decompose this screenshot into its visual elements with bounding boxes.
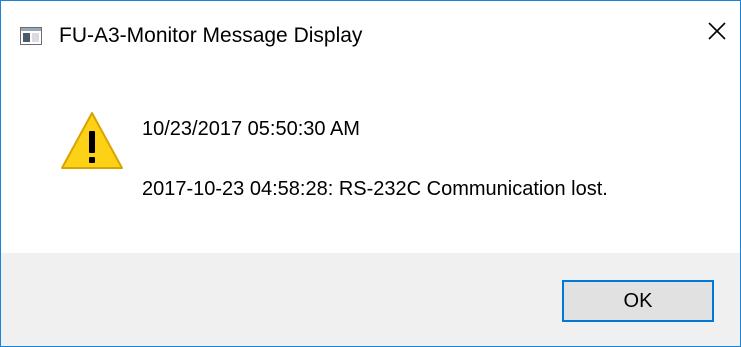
- message-text: 2017-10-23 04:58:28: RS-232C Communicati…: [142, 178, 608, 200]
- button-bar: OK: [1, 253, 740, 346]
- message-content: 10/23/2017 05:50:30 AM 2017-10-23 04:58:…: [1, 65, 740, 253]
- warning-icon: [60, 111, 124, 171]
- ok-button[interactable]: OK: [562, 280, 714, 322]
- message-dialog: FU-A3-Monitor Message Display 10/23/2017…: [0, 0, 741, 347]
- close-button[interactable]: [694, 1, 740, 65]
- message-timestamp: 10/23/2017 05:50:30 AM: [142, 118, 360, 140]
- window-title: FU-A3-Monitor Message Display: [59, 24, 363, 47]
- app-window-icon: [20, 27, 42, 45]
- focus-rect: [566, 284, 710, 318]
- close-icon: [707, 21, 727, 46]
- title-bar[interactable]: FU-A3-Monitor Message Display: [1, 1, 740, 65]
